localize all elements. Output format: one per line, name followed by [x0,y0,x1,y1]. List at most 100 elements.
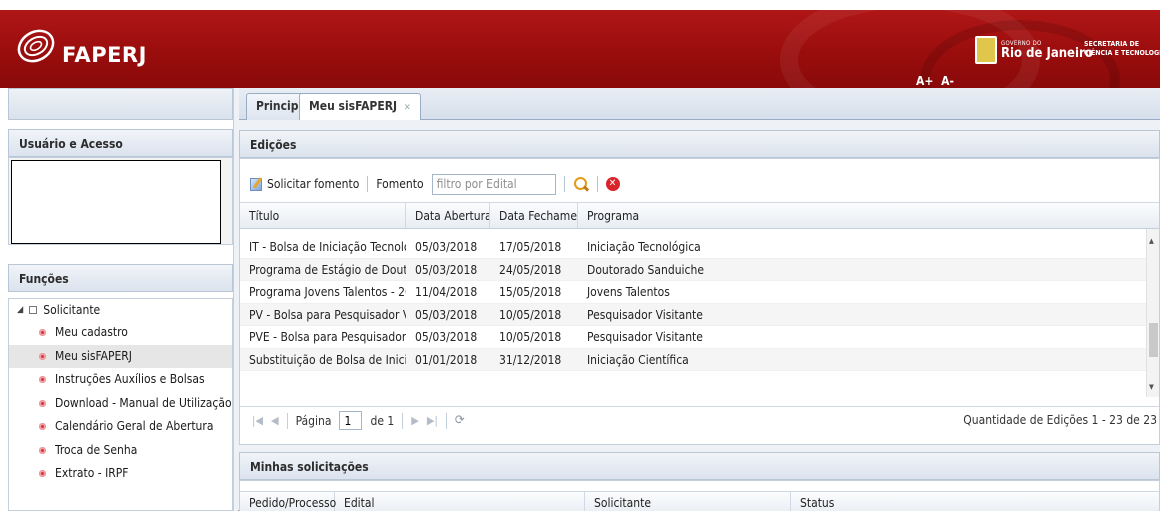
column-header-solicitante[interactable]: Solicitante [585,492,791,511]
grid-scrollbar[interactable]: ▲ ▼ [1146,229,1159,397]
tree-item-calendario[interactable]: Calendário Geral de Abertura [9,415,232,439]
cell-programa: Pesquisador Visitante [587,307,703,322]
filter-label: Fomento [376,177,424,191]
cell-titulo: PVE - Bolsa para Pesquisador Visitan... [249,330,406,344]
first-page-icon[interactable]: |◀ [252,414,263,427]
cell-data-fechamento: 24/05/2018 [499,262,562,277]
tree-root-solicitante[interactable]: ◢ Solicitante [9,299,232,321]
cell-data-abertura: 05/03/2018 [415,330,478,344]
font-size-controls: A+ A- [916,74,958,88]
column-header-titulo[interactable]: Título [240,203,406,229]
bullet-icon [39,399,46,407]
tree-item-meu-cadastro[interactable]: Meu cadastro [9,321,232,345]
cell-programa: Iniciação Científica [587,352,689,367]
cell-programa: Pesquisador Visitante [587,330,703,344]
secretaria-line-1: SECRETARIA DE [1084,40,1140,48]
cell-data-abertura: 05/03/2018 [415,262,478,277]
next-page-icon[interactable]: ▶ [411,414,419,427]
tree-item-label: Extrato - IRPF [55,466,129,480]
page-number-input[interactable] [339,411,363,430]
close-icon[interactable]: ✕ [404,103,411,113]
editions-title[interactable]: Edições [239,130,1160,158]
expand-arrow-icon[interactable]: ◢ [17,299,23,321]
cell-titulo: Programa Jovens Talentos - 2018 [249,285,406,299]
cell-data-abertura: 05/03/2018 [415,307,478,322]
table-row[interactable]: Programa Jovens Talentos - 2018 11/04/20… [240,281,1146,304]
tree-item-label: Download - Manual de Utilização do Si [55,395,232,410]
font-increase-button[interactable]: A+ [916,74,933,88]
pager-separator [286,412,288,429]
cell-programa: Jovens Talentos [587,285,670,299]
column-header-data-fechamento[interactable]: Data Fechamento [490,203,578,229]
folder-icon [29,306,38,314]
cell-data-fechamento: 15/05/2018 [499,285,562,299]
scroll-down-icon[interactable]: ▼ [1149,383,1154,391]
cell-titulo: Substituição de Bolsa de Iniciação Ci... [249,352,406,367]
cell-data-fechamento: 10/05/2018 [499,307,562,322]
bullet-icon [39,470,46,478]
scrollbar-thumb[interactable] [1149,323,1158,357]
table-row[interactable]: IT - Bolsa de Iniciação Tecnológica -...… [240,236,1146,259]
tree-item-label: Instruções Auxílios e Bolsas [55,372,205,386]
gov-big-text: Rio de Janeiro [1001,46,1093,61]
bullet-icon [39,376,46,384]
editions-pager: |◀ ◀ Página de 1 ▶ ▶| ⟳ Quantidade de Ed… [240,406,1159,434]
tab-meu-sisfaperj[interactable]: Meu sisFAPERJ ✕ [299,93,421,121]
secretaria-line-2: CIÊNCIA E TECNOLOGIA [1084,49,1160,57]
functions-title[interactable]: Funções [8,264,233,292]
faperj-logo-icon [17,29,55,63]
edit-icon [250,177,262,191]
cell-programa: Doutorado Sanduiche [587,262,704,277]
last-page-icon[interactable]: ▶| [427,414,438,427]
request-funding-button[interactable]: Solicitar fomento [250,177,359,191]
faperj-logo: FAPERJ [14,24,147,68]
cell-data-fechamento: 10/05/2018 [499,330,562,344]
clear-filter-icon[interactable]: ✕ [605,177,620,191]
west-panel-header [8,88,233,120]
requests-grid-header: Pedido/Processo Edital Solicitante Statu… [240,491,1159,511]
table-row[interactable]: PVE - Bolsa para Pesquisador Visitan... … [240,326,1146,349]
tab-bar: Principal Meu sisFAPERJ ✕ [239,88,1160,121]
tree-item-extrato-irpf[interactable]: Extrato - IRPF [9,462,232,486]
user-access-panel [8,157,233,245]
prev-page-icon[interactable]: ◀ [271,414,279,427]
refresh-icon[interactable]: ⟳ [455,413,465,428]
tree-item-troca-senha[interactable]: Troca de Senha [9,439,232,463]
tree-item-instrucoes[interactable]: Instruções Auxílios e Bolsas [9,368,232,392]
table-row[interactable]: Substituição de Bolsa de Iniciação Ci...… [240,348,1146,371]
bullet-icon [39,446,46,454]
column-header-edital[interactable]: Edital [335,492,585,511]
font-decrease-button[interactable]: A- [941,74,954,88]
toolbar-separator [596,176,598,192]
tree-item-meu-sisfaperj[interactable]: Meu sisFAPERJ [9,344,232,368]
column-header-pedido[interactable]: Pedido/Processo [240,492,336,511]
search-icon[interactable] [573,176,589,192]
bullet-icon [39,423,46,431]
bullet-icon [39,329,46,337]
column-header-programa[interactable]: Programa [578,203,1148,229]
request-funding-label: Solicitar fomento [267,177,360,191]
editions-grid-header: Título Data Abertura Data Fechamento Pro… [240,202,1159,229]
tree-item-download-manual[interactable]: Download - Manual de Utilização do Si [9,392,232,416]
brand-name: FAPERJ [62,43,147,67]
my-requests-title[interactable]: Minhas solicitações [239,452,1160,480]
editions-grid-body: IT - Bolsa de Iniciação Tecnológica -...… [240,236,1146,399]
edital-filter-input[interactable] [431,173,556,195]
column-header-status[interactable]: Status [791,492,1159,511]
editions-count: Quantidade de Edições 1 - 23 de 23 [963,413,1157,427]
user-access-title[interactable]: Usuário e Acesso [8,129,233,157]
toolbar-separator [367,176,369,192]
column-header-data-abertura[interactable]: Data Abertura [406,203,490,229]
table-row[interactable]: Programa de Estágio de Doutorando... 05/… [240,258,1146,281]
cell-data-abertura: 11/04/2018 [415,285,478,299]
pager-separator [445,412,447,429]
editions-toolbar: Solicitar fomento Fomento ✕ [240,171,1159,197]
functions-tree: ◢ Solicitante Meu cadastro Meu sisFAPERJ… [8,298,233,511]
rj-crest-icon [975,36,997,64]
cell-programa: Iniciação Tecnológica [587,240,701,254]
cell-data-fechamento: 31/12/2018 [499,352,562,367]
table-row[interactable]: PV - Bolsa para Pesquisador Visitant... … [240,303,1146,326]
cell-data-fechamento: 17/05/2018 [499,240,562,254]
tab-label: Meu sisFAPERJ [309,99,398,113]
scroll-up-icon[interactable]: ▲ [1149,237,1154,245]
